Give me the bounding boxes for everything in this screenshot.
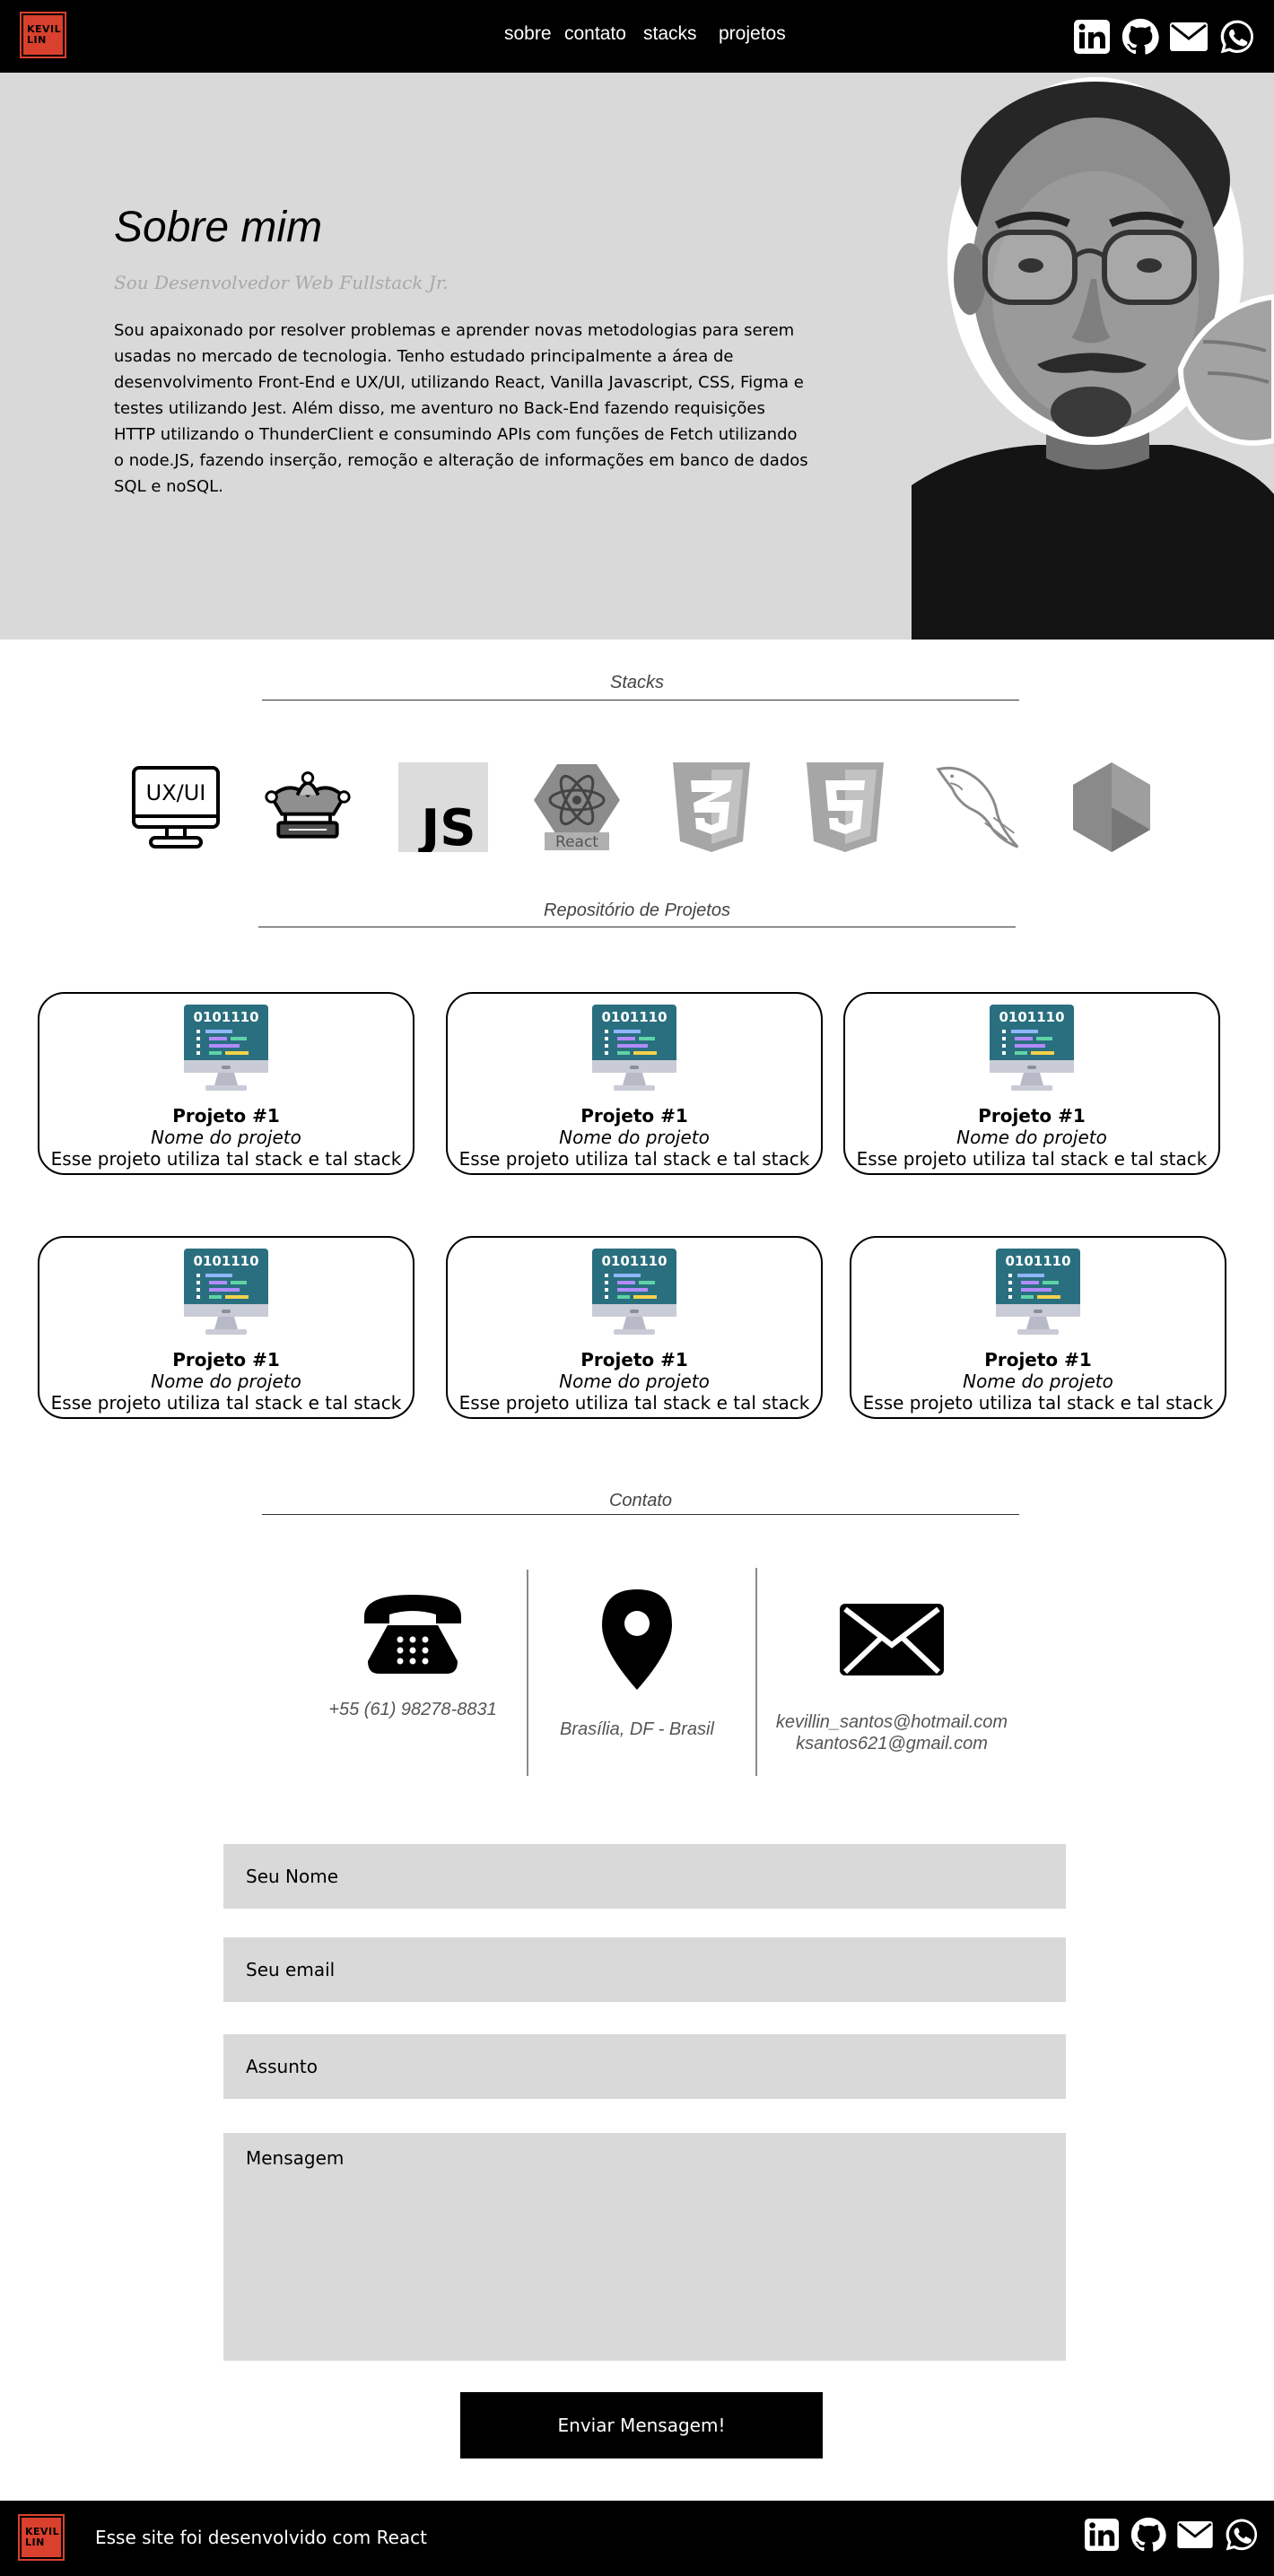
- computer-code-icon: 0101110: [996, 1249, 1080, 1335]
- contact-phone: +55 (61) 98278-8831: [305, 1588, 520, 1720]
- project-card[interactable]: 0101110 Projeto #1 Nome do projeto Esse pro…: [446, 1236, 823, 1419]
- project-card[interactable]: 0101110 Projeto #1 Nome do projeto Esse pro…: [38, 1236, 414, 1419]
- ux-ui-label: UX/UI: [146, 780, 206, 805]
- footer-logo[interactable]: KEVIL LIN: [18, 2514, 65, 2561]
- contact-divider-left: [527, 1570, 528, 1776]
- project-card-title: Projeto #1: [580, 1349, 688, 1371]
- project-card-name: Nome do projeto: [151, 1127, 301, 1148]
- computer-code-icon: 0101110: [592, 1005, 676, 1091]
- ux-ui-icon: UX/UI: [131, 762, 221, 852]
- screen-binary-text: 0101110: [999, 1009, 1064, 1025]
- contact-divider: [262, 1514, 1019, 1515]
- project-card-title: Projeto #1: [580, 1105, 688, 1127]
- project-card[interactable]: 0101110 Projeto #1 Nome do projeto Esse pro…: [38, 992, 414, 1175]
- project-card-description: Esse projeto utiliza tal stack e tal sta…: [862, 1392, 1214, 1414]
- footer-logo-line-2: LIN: [25, 2537, 45, 2548]
- site-footer: KEVIL LIN Esse site foi desenvolvido com…: [0, 2501, 1274, 2576]
- computer-code-icon: 0101110: [990, 1005, 1074, 1091]
- contact-location-text: Brasília, DF - Brasil: [560, 1719, 714, 1739]
- github-icon[interactable]: [1130, 2517, 1166, 2553]
- linkedin-icon[interactable]: [1073, 19, 1111, 55]
- jest-icon: [263, 762, 353, 852]
- about-section: Sobre mim Sou Desenvolvedor Web Fullstac…: [0, 73, 1274, 640]
- linkedin-icon[interactable]: [1084, 2518, 1120, 2552]
- mysql-icon: [933, 762, 1023, 852]
- footer-text: Esse site foi desenvolvido com React: [95, 2527, 427, 2548]
- subject-field[interactable]: [223, 2034, 1066, 2099]
- contact-email-1[interactable]: kevillin_santos@hotmail.com: [766, 1711, 1017, 1733]
- nodejs-icon: [1067, 762, 1156, 852]
- envelope-icon: [766, 1604, 1017, 1675]
- screen-binary-text: 0101110: [601, 1253, 667, 1269]
- css3-icon: [667, 762, 756, 852]
- project-card[interactable]: 0101110 Projeto #1 Nome do projeto Esse pro…: [446, 992, 823, 1175]
- screen-binary-text: 0101110: [1005, 1253, 1070, 1269]
- contact-phone-text: +55 (61) 98278-8831: [328, 1700, 497, 1719]
- about-title: Sobre mim: [114, 204, 323, 251]
- js-label: JS: [417, 799, 476, 852]
- footer-social-links: [1084, 2517, 1260, 2553]
- contact-email: kevillin_santos@hotmail.com ksantos621@g…: [766, 1604, 1017, 1754]
- nav-link-sobre[interactable]: sobre: [504, 23, 552, 45]
- nav-link-stacks[interactable]: stacks: [643, 23, 697, 45]
- project-card-description: Esse projeto utiliza tal stack e tal sta…: [458, 1392, 810, 1414]
- nav-link-contato[interactable]: contato: [564, 23, 626, 45]
- project-card-description: Esse projeto utiliza tal stack e tal sta…: [50, 1392, 402, 1414]
- computer-code-icon: 0101110: [184, 1005, 268, 1091]
- contact-title: Contato: [608, 1491, 673, 1510]
- projects-title: Repositório de Projetos: [544, 901, 730, 920]
- send-message-button[interactable]: Enviar Mensagem!: [460, 2392, 823, 2459]
- whatsapp-icon[interactable]: [1224, 2517, 1260, 2553]
- nav-link-projetos[interactable]: projetos: [719, 23, 786, 45]
- project-card-name: Nome do projeto: [559, 1127, 710, 1148]
- project-card-title: Projeto #1: [172, 1105, 280, 1127]
- whatsapp-icon[interactable]: [1218, 18, 1256, 56]
- html5-icon: [800, 762, 890, 852]
- contact-location: Brasília, DF - Brasil: [538, 1588, 736, 1740]
- computer-code-icon: 0101110: [184, 1249, 268, 1335]
- about-text: Sou apaixonado por resolver problemas e …: [114, 321, 808, 496]
- about-subtitle: Sou Desenvolvedor Web Fullstack Jr.: [114, 272, 449, 293]
- project-card-name: Nome do projeto: [956, 1127, 1107, 1148]
- name-field[interactable]: [223, 1844, 1066, 1909]
- project-card-name: Nome do projeto: [963, 1371, 1113, 1392]
- project-card-title: Projeto #1: [172, 1349, 280, 1371]
- header-social-links: [1073, 18, 1256, 56]
- message-field[interactable]: [223, 2133, 1066, 2361]
- stacks-title: Stacks: [609, 673, 665, 692]
- github-icon[interactable]: [1121, 18, 1159, 56]
- computer-code-icon: 0101110: [592, 1249, 676, 1335]
- profile-photo: [912, 73, 1274, 640]
- email-field[interactable]: [223, 1937, 1066, 2002]
- project-card-name: Nome do projeto: [151, 1371, 301, 1392]
- project-card-name: Nome do projeto: [559, 1371, 710, 1392]
- contact-divider-right: [755, 1568, 757, 1776]
- project-card-title: Projeto #1: [978, 1105, 1086, 1127]
- javascript-icon: JS: [398, 762, 488, 852]
- project-card-description: Esse projeto utiliza tal stack e tal sta…: [50, 1148, 402, 1170]
- contact-email-2[interactable]: ksantos621@gmail.com: [766, 1733, 1017, 1754]
- logo-line-2: LIN: [27, 34, 47, 46]
- screen-binary-text: 0101110: [193, 1009, 258, 1025]
- screen-binary-text: 0101110: [193, 1253, 258, 1269]
- project-card[interactable]: 0101110 Projeto #1 Nome do projeto Esse pro…: [843, 992, 1220, 1175]
- project-card-title: Projeto #1: [984, 1349, 1092, 1371]
- location-pin-icon: [538, 1588, 736, 1692]
- phone-icon: [305, 1588, 520, 1675]
- site-header: KEVIL LIN sobre contato stacks projetos: [0, 0, 1274, 73]
- mail-icon[interactable]: [1170, 22, 1208, 51]
- screen-binary-text: 0101110: [601, 1009, 667, 1025]
- project-card-description: Esse projeto utiliza tal stack e tal sta…: [458, 1148, 810, 1170]
- project-card-description: Esse projeto utiliza tal stack e tal sta…: [856, 1148, 1208, 1170]
- mail-icon[interactable]: [1177, 2521, 1213, 2548]
- react-label: React: [555, 833, 598, 851]
- react-icon: React: [532, 762, 622, 852]
- project-card[interactable]: 0101110 Projeto #1 Nome do projeto Esse pro…: [850, 1236, 1226, 1419]
- stacks-divider: [262, 700, 1019, 701]
- brand-logo[interactable]: KEVIL LIN: [20, 12, 66, 58]
